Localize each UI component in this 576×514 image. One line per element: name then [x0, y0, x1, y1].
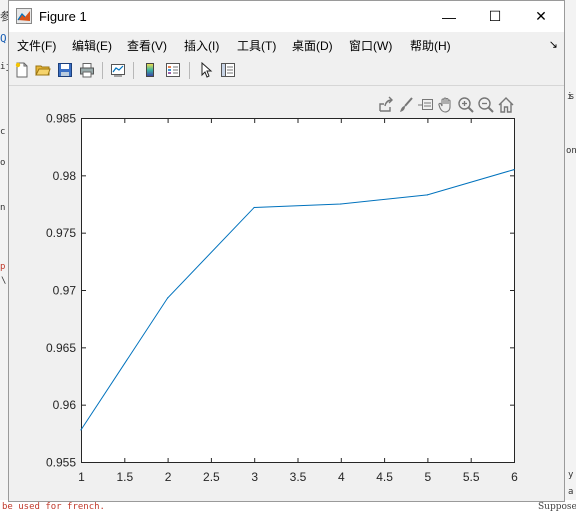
menu-insert[interactable]: 插入(I) — [184, 37, 219, 54]
figure-toolbar — [9, 56, 564, 86]
title-bar[interactable]: Figure 1 — ☐ ✕ — [9, 1, 564, 32]
insert-colorbar-icon[interactable] — [141, 61, 159, 79]
maximize-button[interactable]: ☐ — [472, 1, 518, 32]
y-tick-label: 0.96 — [53, 398, 77, 412]
x-tick-label: 2 — [165, 470, 172, 484]
background-fragment: \ — [1, 276, 7, 286]
background-fragment: s — [569, 92, 575, 102]
data-point[interactable] — [340, 203, 342, 205]
line-chart: 1 1.5 2 2.5 3 3.5 4 4.5 5 5.5 6 0.955 0.96 0.965 0.97 0… — [46, 112, 518, 485]
background-fragment: y — [568, 470, 574, 480]
menu-view[interactable]: 查看(V) — [127, 37, 167, 54]
menu-help[interactable]: 帮助(H) — [410, 37, 451, 54]
property-inspector-icon[interactable] — [219, 61, 237, 79]
menu-desktop[interactable]: 桌面(D) — [292, 37, 333, 54]
y-tick-label: 0.97 — [53, 284, 77, 298]
data-point[interactable] — [513, 169, 515, 171]
print-icon[interactable] — [78, 61, 96, 79]
menu-bar: 文件(F) 编辑(E) 查看(V) 插入(I) 工具(T) 桌面(D) 窗口(W… — [9, 32, 564, 56]
menu-window[interactable]: 窗口(W) — [349, 37, 392, 54]
x-tick-label: 3.5 — [290, 470, 307, 484]
window-title: Figure 1 — [39, 9, 87, 24]
data-point[interactable] — [253, 206, 255, 209]
x-tick-label: 1.5 — [116, 470, 133, 484]
y-tick-label: 0.98 — [53, 169, 77, 183]
close-button[interactable]: ✕ — [518, 1, 564, 32]
y-tick-label: 0.955 — [46, 456, 76, 470]
link-plot-icon[interactable] — [109, 61, 127, 79]
menu-tools[interactable]: 工具(T) — [237, 37, 276, 54]
x-tick-label: 5.5 — [463, 470, 480, 484]
background-fragment: on — [566, 146, 576, 156]
background-fragment: c — [0, 127, 6, 137]
background-editor-right — [565, 0, 576, 514]
background-right-text: Suppose — [538, 502, 576, 512]
background-fragment: Q — [0, 32, 7, 45]
menu-overflow-icon[interactable]: ↘ — [549, 38, 558, 51]
data-point[interactable] — [426, 194, 428, 196]
x-tick-label: 2.5 — [203, 470, 220, 484]
y-tick-label: 0.985 — [46, 112, 76, 126]
menu-file[interactable]: 文件(F) — [17, 37, 56, 54]
data-point[interactable] — [80, 429, 82, 431]
open-file-icon[interactable] — [34, 61, 52, 79]
x-tick-label: 5 — [425, 470, 432, 484]
background-fragment: a — [568, 487, 574, 497]
insert-legend-icon[interactable] — [164, 61, 182, 79]
plot-area: 1 1.5 2 2.5 3 3.5 4 4.5 5 5.5 6 0.955 0.96 0.965 0.97 0… — [9, 86, 564, 501]
x-tick-label: 4 — [338, 470, 345, 484]
background-fragment: p — [0, 262, 6, 272]
matlab-logo-icon — [16, 8, 32, 24]
x-tick-label: 4.5 — [376, 470, 393, 484]
toolbar-separator — [102, 62, 103, 79]
y-tick-label: 0.975 — [46, 226, 76, 240]
new-figure-icon[interactable] — [13, 61, 31, 79]
toolbar-separator — [189, 62, 190, 79]
save-icon[interactable] — [56, 61, 74, 79]
x-tick-label: 1 — [78, 470, 85, 484]
background-code-text: be used for french. — [2, 502, 105, 512]
toolbar-separator — [133, 62, 134, 79]
background-fragment: o — [0, 158, 6, 168]
axes-background[interactable] — [81, 118, 515, 463]
figure-window: Figure 1 — ☐ ✕ 文件(F) 编辑(E) 查看(V) 插入(I) 工… — [8, 0, 565, 502]
background-fragment: n — [0, 203, 6, 213]
menu-edit[interactable]: 编辑(E) — [72, 37, 112, 54]
y-tick-label: 0.965 — [46, 341, 76, 355]
minimize-button[interactable]: — — [426, 1, 472, 32]
edit-plot-arrow-icon[interactable] — [197, 61, 215, 79]
x-tick-label: 3 — [251, 470, 258, 484]
background-editor-bottom: be used for french. Suppose — [0, 500, 576, 514]
x-tick-label: 6 — [511, 470, 518, 484]
data-point[interactable] — [167, 297, 169, 299]
